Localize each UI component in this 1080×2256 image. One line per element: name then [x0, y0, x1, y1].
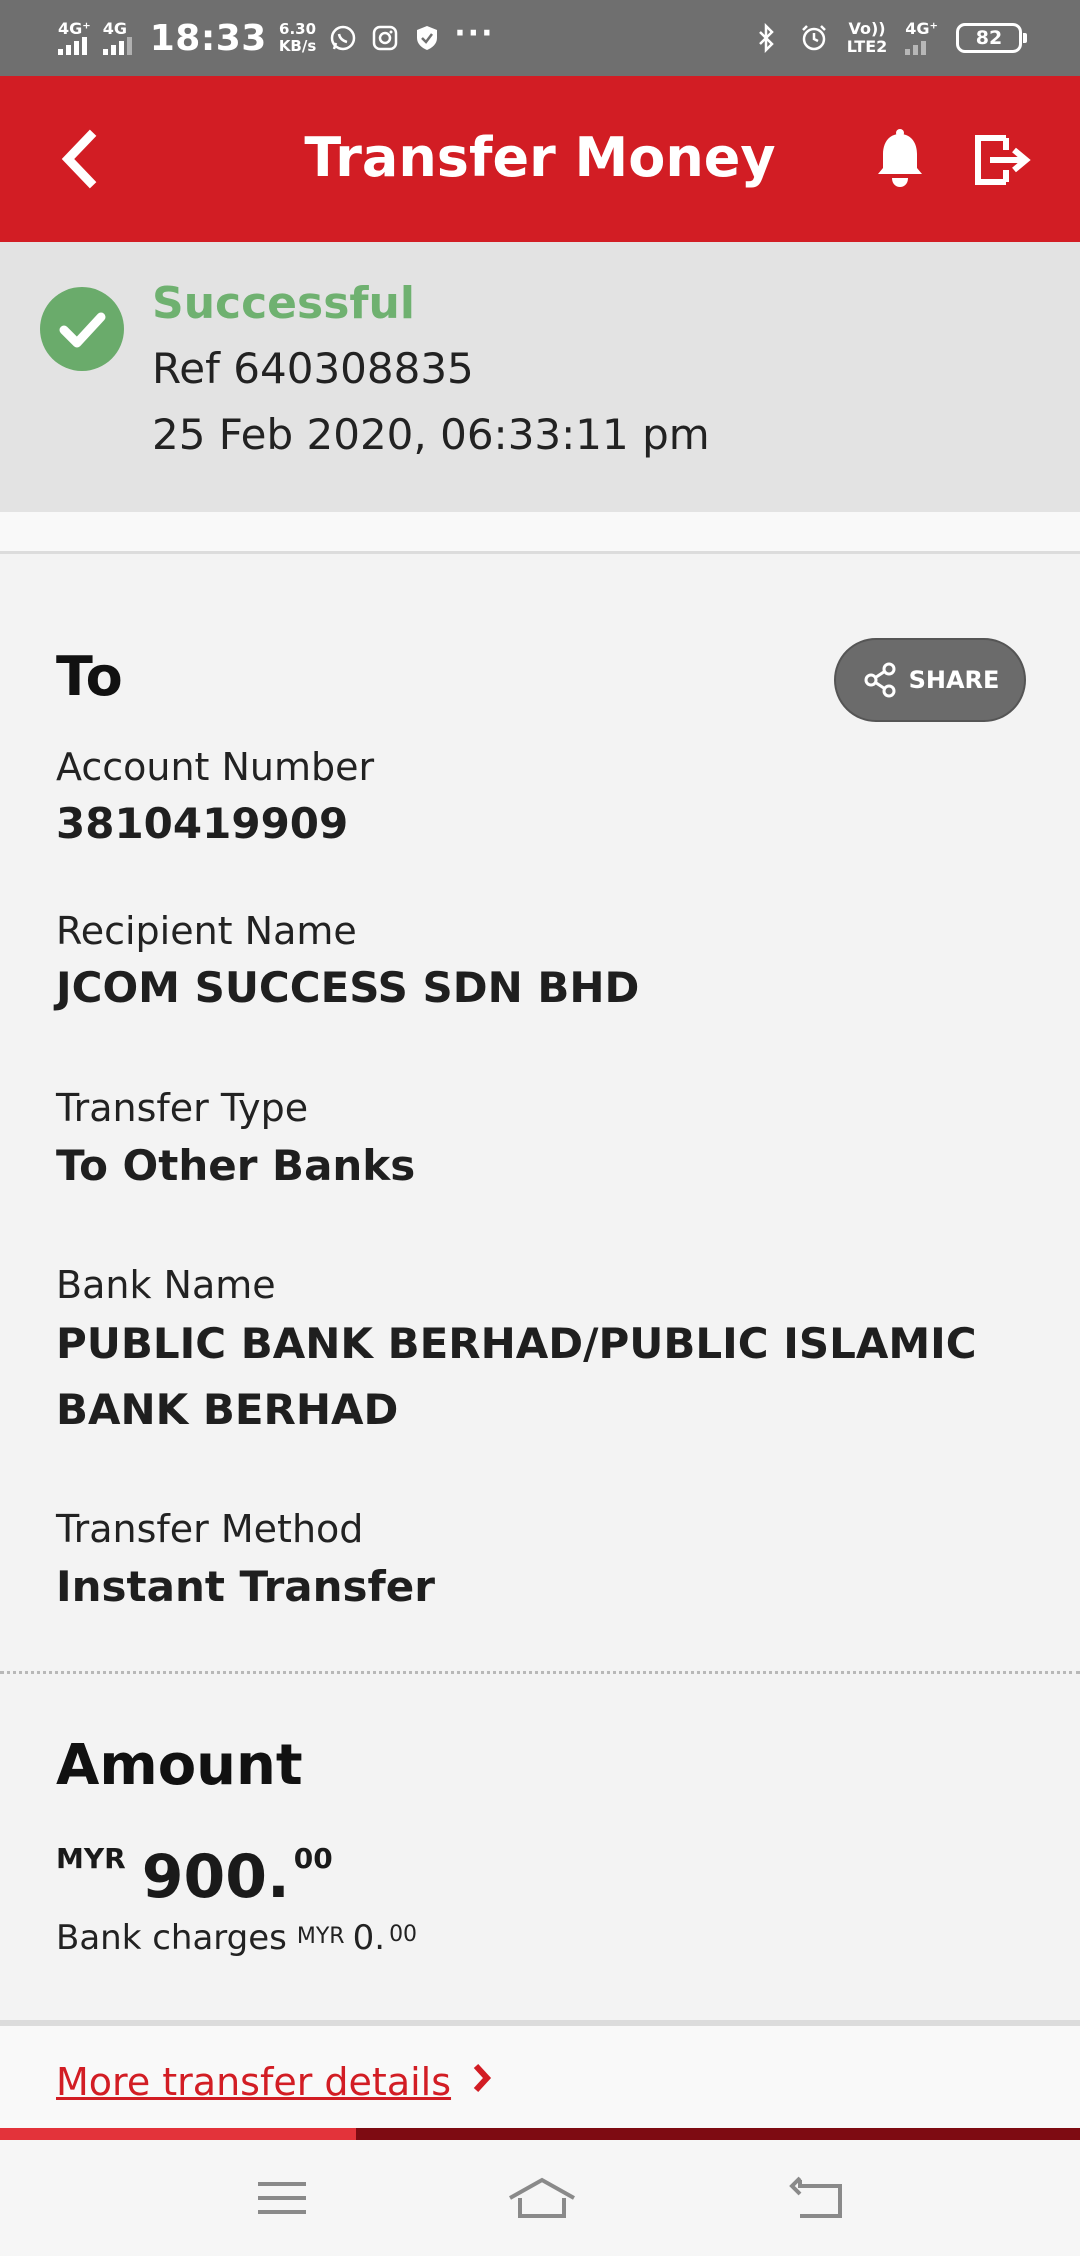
volte-label: Vo)): [848, 19, 886, 38]
page-progress-bar: [0, 2128, 1080, 2140]
menu-icon[interactable]: [242, 2168, 322, 2228]
share-icon: [864, 662, 896, 698]
network-type-label: 4G⁺: [905, 19, 938, 38]
more-transfer-details-link[interactable]: More transfer details: [56, 2060, 493, 2104]
bank-charges-decimal: 00: [389, 1922, 418, 1947]
share-label: SHARE: [908, 666, 1000, 694]
chevron-right-icon[interactable]: [471, 2060, 493, 2104]
more-transfer-details-label[interactable]: More transfer details: [56, 2060, 451, 2104]
recipient-name-label: Recipient Name: [56, 909, 357, 953]
battery-icon: 82: [956, 23, 1027, 53]
instagram-icon: [373, 25, 398, 51]
system-navigation-bar: [0, 2140, 1080, 2256]
status-label: Successful: [152, 278, 415, 329]
bank-charges-label: Bank charges: [56, 1918, 287, 1958]
battery-level: 82: [975, 27, 1003, 49]
section-divider: [0, 1671, 1080, 1674]
network-speed: 6.30 KB/s: [279, 21, 316, 55]
transfer-type-label: Transfer Type: [56, 1086, 309, 1130]
alarm-icon: [801, 25, 826, 51]
volte-indicator: Vo)) LTE2: [847, 20, 888, 56]
speed-value: 6.30: [279, 20, 317, 38]
status-bar: 4G⁺ 4G 18:33 6.30 KB/s ··· Vo)) LTE2 4G⁺…: [0, 0, 1080, 76]
more-notifications-icon: ···: [454, 15, 495, 51]
amount-currency: MYR: [56, 1842, 126, 1875]
logout-icon[interactable]: [970, 126, 1034, 192]
home-icon[interactable]: [502, 2168, 582, 2228]
account-number-value: 3810419909: [56, 799, 349, 848]
signal-indicator-2: 4G: [102, 19, 132, 55]
bank-charges-currency: MYR: [296, 1924, 345, 1949]
bank-name-label: Bank Name: [56, 1263, 276, 1307]
reference-number: Ref 640308835: [152, 344, 474, 393]
page-progress-fill: [0, 2128, 357, 2140]
share-button[interactable]: SHARE: [834, 638, 1026, 722]
network-type-label: 4G⁺: [58, 19, 91, 38]
bell-icon[interactable]: [872, 126, 928, 192]
back-nav-icon[interactable]: [778, 2168, 858, 2228]
amount-value: MYR 900. 00: [56, 1838, 333, 1912]
clock: 18:33: [149, 17, 267, 59]
bank-charges: Bank charges MYR 0. 00: [56, 1918, 417, 1958]
signal-bars-icon: [58, 37, 87, 55]
section-heading-amount: Amount: [56, 1733, 303, 1798]
amount-integer: 900.: [141, 1842, 290, 1912]
transfer-method-label: Transfer Method: [56, 1507, 364, 1551]
whatsapp-icon: [331, 25, 356, 51]
transaction-status-banner: Successful Ref 640308835 25 Feb 2020, 06…: [0, 242, 1080, 512]
app-header: Transfer Money: [0, 76, 1080, 242]
divider: [0, 512, 1080, 554]
bank-name-value: PUBLIC BANK BERHAD/PUBLIC ISLAMIC BANK B…: [56, 1319, 977, 1434]
transaction-datetime: 25 Feb 2020, 06:33:11 pm: [152, 410, 710, 459]
recipient-name-value: JCOM SUCCESS SDN BHD: [56, 963, 640, 1012]
bank-charges-integer: 0.: [352, 1918, 386, 1958]
check-icon: [40, 287, 124, 371]
transfer-method-value: Instant Transfer: [56, 1562, 436, 1611]
network-type-label: 4G: [102, 19, 127, 38]
signal-indicator-1: 4G⁺: [58, 21, 91, 55]
signal-bars-icon: [905, 37, 927, 55]
shield-icon: [417, 26, 438, 50]
signal-indicator-3: 4G⁺: [905, 21, 938, 55]
more-details-bar: More transfer details: [0, 2020, 1080, 2128]
account-number-label: Account Number: [56, 745, 375, 789]
lte-label: LTE2: [846, 37, 888, 56]
signal-bars-icon: [102, 37, 132, 55]
transfer-type-value: To Other Banks: [56, 1141, 416, 1190]
amount-decimal: 00: [293, 1842, 333, 1875]
bluetooth-icon: [758, 23, 774, 53]
section-heading-to: To: [56, 645, 123, 708]
speed-unit: KB/s: [278, 37, 317, 55]
